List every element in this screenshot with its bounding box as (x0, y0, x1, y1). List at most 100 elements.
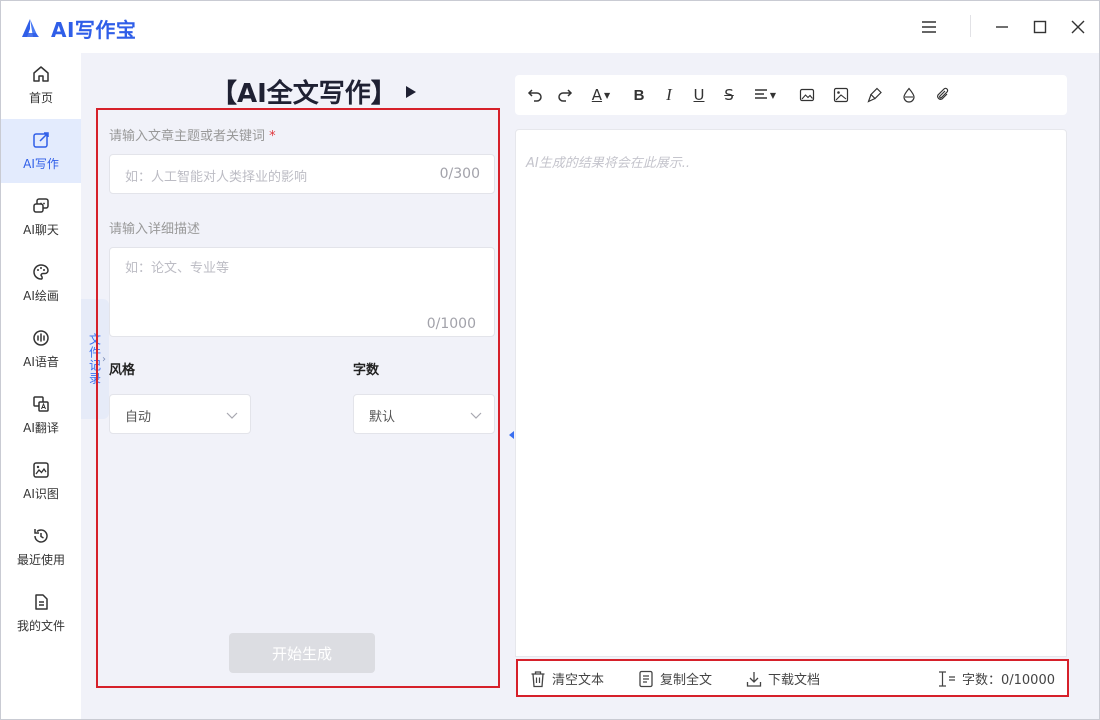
detail-label: 请输入详细描述 (109, 222, 201, 237)
insert-image-alt-button[interactable] (831, 85, 851, 105)
attachment-icon (937, 87, 949, 100)
menu-icon (922, 21, 936, 33)
clear-text-button[interactable]: 清空文本 (530, 669, 604, 688)
download-doc-label: 下载文档 (768, 673, 821, 688)
page-title: 【AI全文写作】 (211, 79, 397, 109)
length-select-value: 默认 (369, 410, 396, 425)
sidebar-item-ai-translate[interactable]: AI翻译 (1, 383, 81, 447)
palette-icon (33, 264, 49, 280)
format-painter-button[interactable] (865, 85, 885, 105)
underline-button[interactable]: U (689, 85, 709, 105)
minimize-button[interactable] (990, 15, 1014, 39)
editor-toolbar: A ▼ B I U S ▼ (515, 75, 1067, 115)
maximize-button[interactable] (1028, 15, 1052, 39)
app-logo: AI写作宝 (19, 14, 136, 43)
format-painter-icon (867, 87, 882, 103)
home-icon (33, 66, 49, 82)
italic-icon: I (666, 85, 672, 104)
editor-action-bar: 清空文本 复制全文 下载文档 字数：0/10000 (516, 659, 1069, 697)
download-icon (746, 671, 762, 687)
redo-icon (558, 89, 573, 102)
chevron-down-icon (226, 412, 238, 419)
clear-format-icon (903, 87, 915, 103)
result-editor[interactable]: AI生成的结果将会在此展示.. (515, 129, 1067, 657)
insert-image-button[interactable] (797, 85, 817, 105)
editor-placeholder: AI生成的结果将会在此展示.. (526, 156, 690, 171)
sidebar-item-label: 首页 (28, 91, 53, 105)
text-height-icon (938, 670, 955, 687)
topic-char-counter: 0/300 (439, 166, 480, 182)
sidebar-item-ai-chat[interactable]: AI聊天 (1, 185, 81, 249)
style-label: 风格 (109, 363, 136, 378)
required-mark: * (269, 129, 276, 144)
download-doc-button[interactable]: 下载文档 (746, 669, 820, 688)
sidebar-item-ai-voice[interactable]: AI语音 (1, 317, 81, 381)
trash-icon (531, 670, 545, 687)
generate-button[interactable]: 开始生成 (229, 633, 375, 673)
copy-all-label: 复制全文 (660, 673, 713, 688)
style-select[interactable]: 自动 (109, 394, 251, 434)
undo-button[interactable] (525, 85, 545, 105)
sidebar-item-label: AI写作 (23, 157, 59, 171)
clear-text-label: 清空文本 (552, 673, 605, 688)
copy-icon (639, 670, 653, 687)
minimize-icon (996, 26, 1008, 28)
bold-button[interactable]: B (629, 85, 649, 105)
topic-input[interactable]: 如：人工智能对人类择业的影响 0/300 (109, 154, 495, 194)
sidebar-item-label: AI语音 (23, 355, 59, 369)
length-select[interactable]: 默认 (353, 394, 495, 434)
sidebar-item-label: 最近使用 (16, 553, 65, 567)
edit-icon (33, 132, 49, 148)
sidebar-item-label: AI绘画 (23, 289, 59, 303)
topic-placeholder: 如：人工智能对人类择业的影响 (125, 170, 308, 185)
italic-button[interactable]: I (659, 85, 679, 105)
chat-icon (33, 198, 49, 213)
sidebar-item-label: AI翻译 (23, 421, 59, 435)
image-icon (799, 88, 815, 102)
sidebar: 首页 AI写作 AI聊天 AI绘画 AI语音 AI翻译 AI识图 最近使用 我的… (1, 53, 81, 719)
style-select-value: 自动 (125, 410, 152, 425)
caret-down-icon: ▼ (604, 90, 611, 100)
titlebar-divider (970, 15, 971, 37)
play-icon[interactable] (405, 85, 417, 99)
image-alt-icon (833, 87, 849, 103)
align-button[interactable]: ▼ (751, 85, 779, 105)
strikethrough-button[interactable]: S (719, 85, 739, 105)
sidebar-item-ai-image-recognition[interactable]: AI识图 (1, 449, 81, 513)
redo-button[interactable] (555, 85, 575, 105)
logo-icon (22, 18, 39, 37)
copy-all-button[interactable]: 复制全文 (638, 669, 712, 688)
app-window: AI写作宝 首页 AI写作 AI聊天 AI绘画 AI语音 AI翻译 AI识图 最… (0, 0, 1100, 720)
attachment-button[interactable] (933, 85, 953, 105)
align-icon (754, 89, 767, 99)
close-icon (1071, 20, 1085, 34)
undo-icon (527, 89, 542, 102)
font-color-button[interactable]: A ▼ (587, 85, 615, 105)
translate-icon (33, 396, 49, 412)
history-icon (34, 529, 48, 543)
sidebar-item-ai-writing[interactable]: AI写作 (1, 119, 81, 183)
voice-icon (33, 330, 49, 346)
menu-button[interactable] (917, 15, 941, 39)
sidebar-item-my-files[interactable]: 我的文件 (1, 581, 81, 645)
image-recognition-icon (33, 462, 49, 478)
clear-format-button[interactable] (899, 85, 919, 105)
detail-textarea[interactable]: 如：论文、专业等 0/1000 (109, 247, 495, 337)
caret-down-icon: ▼ (769, 90, 777, 100)
title-bar: AI写作宝 (1, 1, 1099, 53)
sidebar-item-home[interactable]: 首页 (1, 53, 81, 117)
word-count-label: 字数：0/10000 (961, 673, 1055, 688)
chevron-down-icon (470, 412, 482, 419)
sidebar-item-label: AI聊天 (23, 223, 59, 237)
sidebar-item-recent[interactable]: 最近使用 (1, 515, 81, 579)
maximize-icon (1033, 20, 1047, 34)
detail-placeholder: 如：论文、专业等 (125, 261, 230, 276)
underline-icon: U (693, 86, 705, 104)
bold-icon: B (633, 86, 645, 104)
detail-char-counter: 0/1000 (426, 316, 476, 332)
close-button[interactable] (1066, 15, 1090, 39)
sidebar-item-label: 我的文件 (16, 619, 65, 633)
font-color-icon: A (591, 86, 603, 104)
sidebar-item-ai-painting[interactable]: AI绘画 (1, 251, 81, 315)
word-count: 字数：0/10000 (938, 669, 1055, 688)
